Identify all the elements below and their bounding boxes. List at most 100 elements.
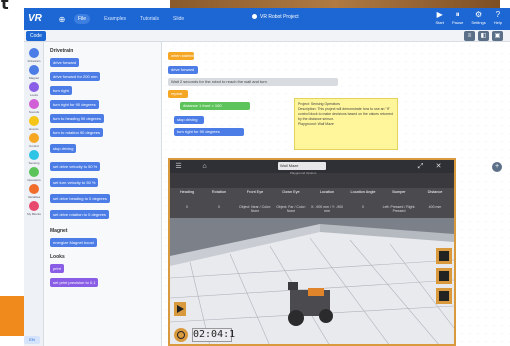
project-title-text: VR Robot Project	[260, 14, 299, 20]
palette-block[interactable]: turn right	[50, 86, 72, 95]
table-cell: 0	[218, 205, 220, 209]
palette-block[interactable]: print	[50, 264, 64, 273]
palette-block[interactable]: drive forward for 200 mm	[50, 72, 101, 81]
language-badge[interactable]: EN	[24, 336, 40, 344]
category-myblocks-label: My Blocks	[27, 212, 41, 216]
wood-texture	[170, 0, 500, 8]
run-timer: 02:04:1	[192, 328, 236, 342]
table-header: Distance	[427, 190, 443, 194]
palette-block[interactable]: turn to rotation 90 degrees	[50, 128, 103, 137]
pause-label: Pause	[451, 20, 464, 25]
menu-slide[interactable]: Slide	[173, 16, 184, 22]
lock-icon[interactable]: ⌂	[200, 162, 209, 171]
table-header: Front Eye	[246, 190, 264, 194]
app-logo: VR	[28, 13, 42, 24]
category-variables-icon[interactable]	[29, 184, 39, 194]
workspace-comment-block[interactable]: Wait 2 seconds for the robot to reach th…	[168, 78, 338, 86]
reset-icon[interactable]	[174, 328, 188, 342]
category-events-icon[interactable]	[29, 116, 39, 126]
palette-block[interactable]: drive forward	[50, 58, 80, 67]
palette-block[interactable]: turn to heading 90 degrees	[50, 114, 104, 123]
project-note[interactable]: Project: Sensing Operators Description: …	[294, 98, 398, 150]
category-drivetrain-label: Drivetrain	[27, 59, 41, 63]
workspace-block[interactable]: turn right for 90 degrees	[174, 128, 244, 136]
playground-select[interactable]: Wall Maze	[278, 162, 326, 170]
table-cell: Left: Pressed / Right: Pressed	[382, 205, 416, 213]
category-operators-label: Operators	[27, 178, 41, 182]
category-control-icon[interactable]	[29, 133, 39, 143]
category-magnet-icon[interactable]	[29, 65, 39, 75]
menu-tutorials[interactable]: Tutorials	[140, 16, 159, 22]
menu-icon[interactable]: ☰	[174, 162, 183, 171]
file-menu-pill[interactable]: File	[74, 14, 91, 24]
palette-block[interactable]: energize Magnet boost	[50, 238, 97, 247]
workspace-block[interactable]: repeat	[168, 90, 188, 98]
help-button[interactable]: ? Help	[494, 10, 502, 25]
play-icon[interactable]	[174, 302, 186, 316]
palette-block[interactable]: set print precision to 0.1	[50, 278, 99, 287]
titlebar-controls: ▶ Start ⏸ Pause ⚙ Settings ? Help	[436, 10, 502, 25]
workspace-block[interactable]: stop driving	[174, 116, 204, 124]
category-sensing-icon[interactable]	[29, 150, 39, 160]
category-column: Drivetrain Magnet Looks Sounds Events Co…	[24, 42, 44, 346]
menu-examples[interactable]: Examples	[104, 16, 126, 22]
project-title[interactable]: VR Robot Project	[252, 14, 299, 20]
close-icon[interactable]: ✕	[434, 162, 443, 171]
pause-button[interactable]: ⏸ Pause	[452, 10, 463, 25]
palette-block[interactable]: stop driving	[50, 144, 77, 153]
zoom-in-icon[interactable]: +	[492, 162, 502, 172]
app-root: t VR ⊕ File Examples Tutorials Slide VR …	[0, 0, 510, 346]
orange-overlay	[0, 296, 24, 336]
block-palette: Drivetrain drive forward drive forward f…	[44, 42, 162, 346]
gear-icon: ⚙	[474, 10, 483, 19]
category-looks-label: Looks	[29, 93, 38, 97]
tab-code[interactable]: Code	[26, 31, 46, 41]
note-footer: Playground: Wall Maze	[298, 122, 334, 126]
scene-graphics	[170, 224, 454, 344]
settings-button[interactable]: ⚙ Settings	[471, 10, 485, 25]
sensor-table: Heading Rotation Front Eye Down Eye Loca…	[170, 188, 454, 218]
table-header: Location Angle	[350, 190, 376, 194]
category-myblocks-icon[interactable]	[29, 201, 39, 211]
table-header: Bumper	[392, 190, 406, 194]
globe-icon[interactable]: ⊕	[56, 13, 68, 25]
table-cell: X: -900 mm / Y: -900 mm	[310, 205, 344, 213]
category-sounds-label: Sounds	[28, 110, 40, 114]
settings-label: Settings	[471, 20, 486, 25]
device-icon[interactable]: ◧	[478, 31, 489, 41]
table-cell: 0	[362, 205, 364, 209]
palette-block[interactable]: set drive rotation to 0 degrees	[50, 210, 109, 219]
camera-top-icon[interactable]	[436, 248, 452, 264]
table-header: Heading	[179, 190, 195, 194]
palette-block[interactable]: set drive heading to 0 degrees	[50, 194, 110, 203]
table-header: Rotation	[211, 190, 227, 194]
table-header: Down Eye	[282, 190, 300, 194]
category-looks-icon[interactable]	[29, 82, 39, 92]
playground-panel: ☰ ⌂ Wall Maze ⤢ ✕ Playground Options Hea…	[168, 158, 456, 346]
camera-follow-icon[interactable]	[436, 268, 452, 284]
3d-scene[interactable]: 02:04:1	[170, 218, 454, 344]
note-body: Description: This project will demonstra…	[298, 107, 393, 121]
table-header: Location	[319, 190, 335, 194]
playground-icon[interactable]: ▣	[492, 31, 503, 41]
palette-block[interactable]: turn right for 90 degrees	[50, 100, 99, 109]
category-sounds-icon[interactable]	[29, 99, 39, 109]
workspace-block[interactable]: drive forward	[168, 66, 198, 74]
playground-subtitle: Playground Options	[290, 171, 317, 175]
workspace-block[interactable]: when started	[168, 52, 194, 60]
palette-heading-magnet: Magnet	[50, 228, 68, 234]
workspace-block[interactable]: distance 1 front < 100	[180, 102, 250, 110]
palette-heading-looks: Looks	[50, 254, 65, 260]
palette-block[interactable]: set drive velocity to 50 %	[50, 162, 101, 171]
palette-block[interactable]: set turn velocity to 50 %	[50, 178, 99, 187]
help-label: Help	[493, 20, 502, 25]
category-events-label: Events	[29, 127, 39, 131]
camera-side-icon[interactable]	[436, 288, 452, 304]
start-button[interactable]: ▶ Start	[436, 10, 444, 25]
palette-heading-drivetrain: Drivetrain	[50, 48, 74, 54]
category-operators-icon[interactable]	[29, 167, 39, 177]
code-view-icon[interactable]: ≡	[464, 31, 475, 41]
category-drivetrain-icon[interactable]	[29, 48, 39, 58]
expand-icon[interactable]: ⤢	[416, 162, 425, 171]
table-cell: Object: Near / Color: None	[239, 205, 271, 213]
